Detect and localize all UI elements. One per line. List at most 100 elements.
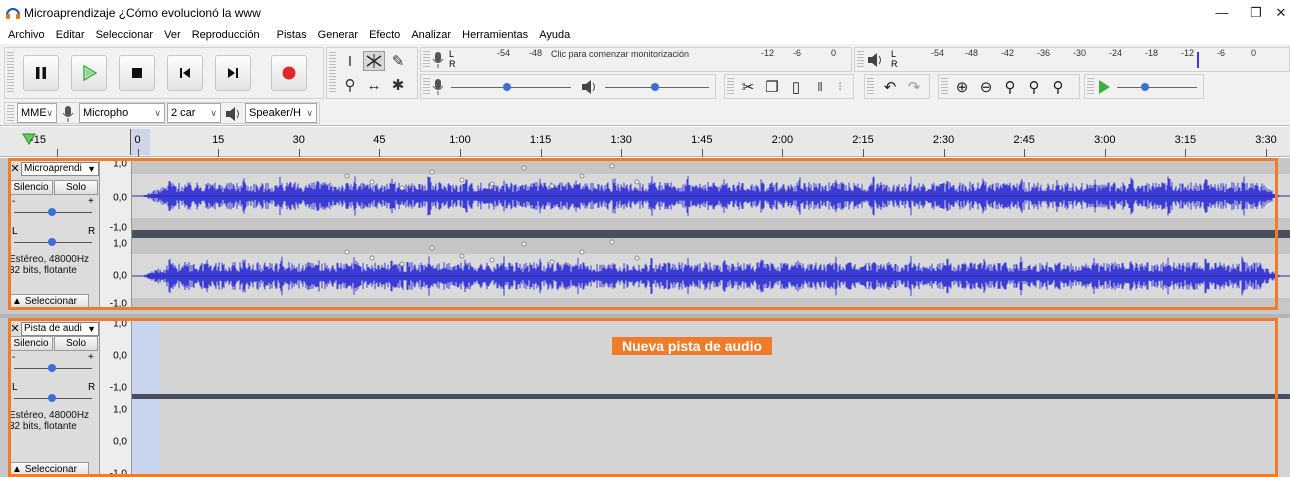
play-scale-tick: -48	[965, 48, 979, 58]
menu-archivo[interactable]: Archivo	[8, 26, 45, 44]
timeline-tick	[782, 149, 784, 157]
menu-editar[interactable]: Editar	[56, 26, 85, 44]
playback-meter-toolbar: L R -54 -48 -42 -36 -30 -24 -18 -12 -6 0	[854, 47, 1290, 72]
skip-start-icon	[180, 68, 190, 78]
monitoring-prompt[interactable]: Clic para comenzar monitorización	[551, 49, 689, 59]
menu-reproduccion[interactable]: Reproducción	[192, 26, 260, 44]
redo-icon[interactable]: ↷	[903, 76, 925, 98]
input-volume-slider[interactable]	[451, 87, 571, 88]
menu-efecto[interactable]: Efecto	[369, 26, 400, 44]
menu-seleccionar[interactable]: Seleccionar	[96, 26, 153, 44]
toolbar-grip[interactable]	[941, 78, 948, 96]
chevron-down-icon: ∨	[210, 108, 217, 118]
speaker-icon	[868, 53, 881, 67]
zoom-out-icon[interactable]: ⊖	[975, 76, 997, 98]
menu-analizar[interactable]: Analizar	[411, 26, 451, 44]
skip-to-end-button[interactable]	[215, 55, 251, 91]
recording-device-dropdown[interactable]: Micropho ∨	[79, 103, 165, 123]
timeline-tick	[460, 149, 461, 157]
microphone-icon	[432, 52, 444, 68]
timeline-tick	[218, 149, 220, 157]
playback-speed-slider[interactable]	[1117, 87, 1197, 88]
transport-toolbar	[4, 47, 324, 99]
zoom-in-icon[interactable]: ⊕	[951, 76, 973, 98]
time-shift-icon[interactable]: ↔	[363, 75, 385, 95]
toolbar-grip[interactable]	[7, 105, 14, 121]
audio-host-value: MME	[21, 107, 47, 119]
recording-device-value: Micropho	[83, 107, 129, 119]
play-scale-tick: -30	[1073, 48, 1087, 58]
timeline-tick	[540, 149, 542, 157]
zoom-tool-icon[interactable]: ⚲	[339, 75, 361, 95]
undo-toolbar: ↶ ↷	[864, 74, 930, 99]
output-volume-thumb[interactable]	[651, 83, 659, 91]
toolbar-grip[interactable]	[423, 78, 430, 96]
toolbar-grip[interactable]	[329, 52, 336, 94]
menu-herramientas[interactable]: Herramientas	[462, 26, 528, 44]
playback-device-dropdown[interactable]: Speaker/H ∨	[245, 103, 317, 123]
fit-project-icon[interactable]: ⚲	[1023, 76, 1045, 98]
timeline-ruler[interactable]: -15 0 15 30 45 1:00 1:15 1:30 1:45 2:00 2:15 2:30 2:…	[0, 127, 1290, 157]
selection-tool-icon[interactable]: I	[339, 51, 361, 71]
audio-host-dropdown[interactable]: MME ∨	[17, 103, 57, 123]
menu-ayuda[interactable]: Ayuda	[539, 26, 570, 44]
recording-meter[interactable]: -54 -48 Clic para comenzar monitorizació…	[459, 48, 849, 72]
close-button[interactable]: ✕	[1272, 3, 1290, 23]
timeline-tick-label: 30	[292, 134, 305, 146]
rec-scale-tick: -12	[761, 48, 775, 58]
multi-tool-icon[interactable]: ✱	[387, 75, 409, 95]
timeline-tick	[1104, 149, 1106, 157]
zoom-toggle-icon[interactable]: ⚲	[1047, 76, 1069, 98]
menu-pistas[interactable]: Pistas	[277, 26, 307, 44]
undo-icon[interactable]: ↶	[879, 76, 901, 98]
chevron-down-icon: ∨	[46, 108, 53, 118]
paste-icon[interactable]: ▯	[785, 76, 807, 98]
copy-icon[interactable]: ❐	[761, 76, 783, 98]
microphone-icon	[432, 79, 444, 95]
fit-selection-icon[interactable]: ⚲	[999, 76, 1021, 98]
toolbar-grip[interactable]	[727, 78, 734, 96]
playback-meter[interactable]: -54 -48 -42 -36 -30 -24 -18 -12 -6 0	[901, 48, 1289, 72]
play-scale-tick: -42	[1001, 48, 1015, 58]
title-bar: Microaprendizaje ¿Cómo evolucionó la www…	[0, 0, 1290, 26]
menu-generar[interactable]: Generar	[318, 26, 358, 44]
highlight-box-track-1	[8, 158, 1278, 310]
menu-ver[interactable]: Ver	[164, 26, 181, 44]
timeline-tick-label: 3:00	[1094, 134, 1116, 146]
stop-icon	[132, 68, 142, 78]
minimize-button[interactable]: —	[1207, 3, 1237, 23]
draw-pencil-icon[interactable]: ✎	[387, 51, 409, 71]
restore-button[interactable]: ❐	[1241, 3, 1271, 23]
timeline-tick	[379, 149, 381, 157]
toolbar-grip[interactable]	[857, 51, 864, 69]
envelope-tool-icon[interactable]	[363, 51, 385, 71]
recording-channels-dropdown[interactable]: 2 car ∨	[167, 103, 221, 123]
toolbar-grip[interactable]	[423, 51, 430, 69]
timeline-tick-label: 0	[134, 134, 141, 146]
play-scale-tick: -36	[1037, 48, 1051, 58]
input-volume-thumb[interactable]	[503, 83, 511, 91]
toolbar-grip[interactable]	[7, 52, 14, 94]
toolbar-grip[interactable]	[1087, 78, 1094, 96]
play-at-speed-toolbar	[1084, 74, 1204, 99]
playback-speed-thumb[interactable]	[1141, 83, 1149, 91]
skip-to-start-button[interactable]	[167, 55, 203, 91]
toolbar-grip[interactable]	[867, 78, 874, 96]
trim-icon[interactable]: ⫼	[809, 76, 831, 98]
pause-button[interactable]	[23, 55, 59, 91]
play-button[interactable]	[71, 55, 107, 91]
play-at-speed-icon[interactable]	[1097, 79, 1111, 95]
app-headphones-icon	[6, 8, 20, 19]
stop-button[interactable]	[119, 55, 155, 91]
record-button[interactable]	[271, 55, 307, 91]
timeline-ticks: -15 0 15 30 45 1:00 1:15 1:30 1:45 2:00 2:15 2:30 2:…	[0, 127, 1290, 157]
silence-icon[interactable]: ⫶	[829, 76, 851, 98]
meter-left-label: L	[449, 49, 455, 59]
rec-scale-tick: -48	[529, 48, 543, 58]
play-scale-tick: -18	[1145, 48, 1159, 58]
pause-icon	[36, 67, 46, 79]
record-icon	[282, 66, 296, 80]
timeline-tick	[943, 149, 945, 157]
meter-right-label: R	[891, 59, 898, 69]
cut-icon[interactable]: ✂	[737, 76, 759, 98]
